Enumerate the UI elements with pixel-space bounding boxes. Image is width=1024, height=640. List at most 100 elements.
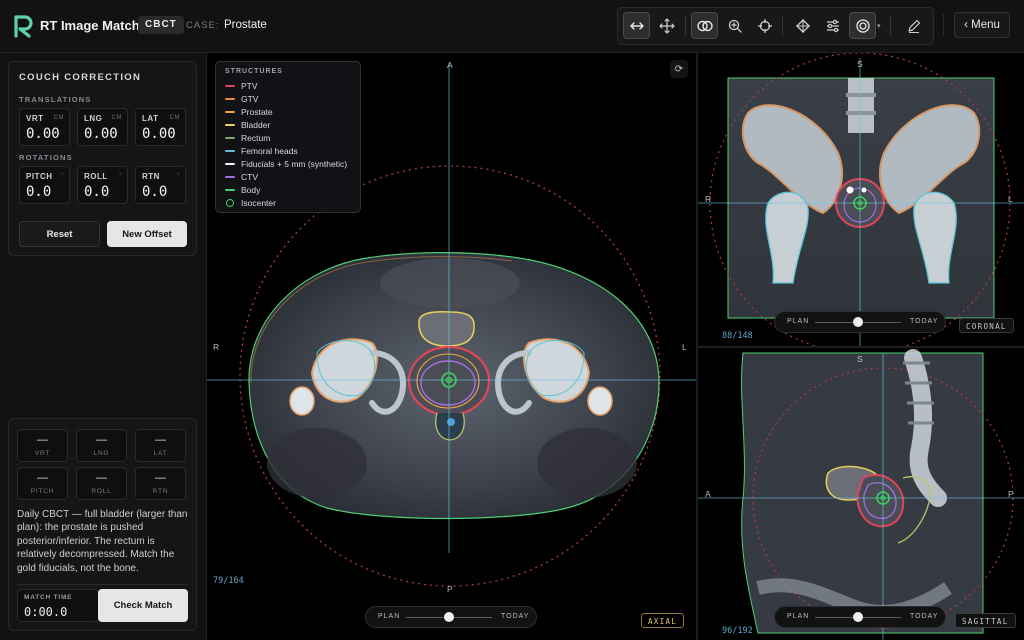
pitch-correction-field[interactable]: PITCH ° 0.0 xyxy=(19,166,70,204)
axial-view-tag[interactable]: AXIAL xyxy=(641,613,685,628)
diamond-target-tool[interactable] xyxy=(789,12,816,39)
zoom-icon xyxy=(728,19,742,33)
reset-view-icon[interactable]: ⟳ xyxy=(670,60,688,78)
viewport-divider-horizontal[interactable] xyxy=(698,346,1024,348)
coronal-blend-slider[interactable]: PLAN TODAY xyxy=(774,311,946,333)
modality-badge: CBCT xyxy=(138,16,184,34)
sliders-icon xyxy=(826,19,839,32)
result-pitch: — PITCH xyxy=(17,467,68,500)
horizontal-arrows-icon xyxy=(629,21,644,30)
diamond-target-icon xyxy=(795,18,810,33)
move-icon xyxy=(658,17,675,34)
sagittal-blend-slider[interactable]: PLAN TODAY xyxy=(774,606,946,628)
result-pitch-value: — xyxy=(37,472,48,484)
legend-item-body[interactable]: Body xyxy=(225,184,260,196)
result-rtn-label: RTN xyxy=(152,488,169,495)
roll-value: 0.0 xyxy=(84,184,110,200)
isocenter-ring-icon xyxy=(226,199,234,207)
coronal-image xyxy=(698,53,1024,346)
result-lng-label: LNG xyxy=(93,450,110,457)
sagittal-viewport[interactable] xyxy=(698,348,1024,640)
case-name: Prostate xyxy=(224,19,267,31)
sagittal-slice-index: 96/192 xyxy=(722,626,753,636)
sagittal-slider-knob[interactable] xyxy=(853,612,863,622)
view-toolbar: ▾ xyxy=(617,7,934,45)
axial-orient-right: L xyxy=(682,342,687,352)
result-vrt: — VRT xyxy=(17,429,68,462)
vrt-unit: CM xyxy=(53,115,64,121)
legend-title: STRUCTURES xyxy=(225,68,283,75)
couch-correction-panel: COUCH CORRECTION TRANSLATIONS VRT CM 0.0… xyxy=(8,61,197,256)
legend-item-ctv[interactable]: CTV xyxy=(225,171,258,183)
coronal-view-tag[interactable]: CORONAL xyxy=(959,318,1014,333)
result-vrt-value: — xyxy=(37,434,48,446)
divider xyxy=(17,584,188,585)
sagittal-orient-left: A xyxy=(705,489,711,499)
result-roll-label: ROLL xyxy=(91,488,112,495)
result-pitch-label: PITCH xyxy=(30,488,55,495)
overlay-tool[interactable] xyxy=(691,12,718,39)
chevron-down-icon[interactable]: ▾ xyxy=(877,22,881,30)
lat-unit: CM xyxy=(169,115,180,121)
vrt-correction-field[interactable]: VRT CM 0.00 xyxy=(19,108,70,146)
coronal-viewport[interactable] xyxy=(698,53,1024,346)
legend-item-rectum[interactable]: Rectum xyxy=(225,132,270,144)
rtn-label: RTN xyxy=(142,172,160,181)
roll-unit: ° xyxy=(119,173,122,179)
app-logo-icon xyxy=(14,15,33,38)
crosshair-icon xyxy=(757,18,772,33)
match-result-panel: — VRT — LNG — LAT — PITCH — ROLL — RTN D… xyxy=(8,418,197,631)
case-description: Daily CBCT — full bladder (larger than p… xyxy=(17,509,188,574)
lng-correction-field[interactable]: LNG CM 0.00 xyxy=(77,108,128,146)
sagittal-today-label: TODAY xyxy=(910,613,939,620)
translations-label: TRANSLATIONS xyxy=(19,95,92,104)
reset-button[interactable]: Reset xyxy=(19,221,100,247)
crosshair-tool[interactable] xyxy=(751,12,778,39)
sagittal-orient-top: S xyxy=(857,354,863,364)
legend-item-prostate[interactable]: Prostate xyxy=(225,106,273,118)
menu-button[interactable]: ‹ Menu xyxy=(954,12,1010,38)
legend-item-fiducials[interactable]: Fiducials + 5 mm (synthetic) xyxy=(225,158,347,170)
axial-slider-knob[interactable] xyxy=(444,612,454,622)
sagittal-view-tag[interactable]: SAGITTAL xyxy=(955,613,1016,628)
result-roll: — ROLL xyxy=(76,467,127,500)
sliders-tool[interactable] xyxy=(819,12,846,39)
check-match-button[interactable]: Check Match xyxy=(98,589,188,622)
coronal-slice-index: 88/148 xyxy=(722,331,753,341)
legend-item-gtv[interactable]: GTV xyxy=(225,93,258,105)
legend-item-femoral-heads[interactable]: Femoral heads xyxy=(225,145,298,157)
result-lat: — LAT xyxy=(135,429,186,462)
sagittal-image xyxy=(698,349,1024,640)
horizontal-arrows-tool[interactable] xyxy=(623,12,650,39)
rtn-unit: ° xyxy=(177,173,180,179)
coronal-slider-knob[interactable] xyxy=(853,317,863,327)
result-vrt-label: VRT xyxy=(34,450,51,457)
pencil-tool[interactable] xyxy=(900,12,927,39)
rotations-label: ROTATIONS xyxy=(19,153,73,162)
axial-blend-slider[interactable]: PLAN TODAY xyxy=(365,606,537,628)
lng-label: LNG xyxy=(84,114,103,123)
overlay-rings-icon xyxy=(696,20,713,31)
match-time-label: MATCH TIME xyxy=(24,594,73,601)
result-roll-value: — xyxy=(96,472,107,484)
new-offset-button[interactable]: New Offset xyxy=(107,221,187,247)
coronal-today-label: TODAY xyxy=(910,318,939,325)
result-rtn-value: — xyxy=(155,472,166,484)
contour-target-tool[interactable] xyxy=(849,12,876,39)
pitch-label: PITCH xyxy=(26,172,53,181)
roll-correction-field[interactable]: ROLL ° 0.0 xyxy=(77,166,128,204)
axial-today-label: TODAY xyxy=(501,613,530,620)
move-tool[interactable] xyxy=(653,12,680,39)
vrt-value: 0.00 xyxy=(26,126,60,142)
coronal-plan-label: PLAN xyxy=(787,318,810,325)
lat-correction-field[interactable]: LAT CM 0.00 xyxy=(135,108,186,146)
left-sidebar: COUCH CORRECTION TRANSLATIONS VRT CM 0.0… xyxy=(0,53,207,640)
rtn-correction-field[interactable]: RTN ° 0.0 xyxy=(135,166,186,204)
legend-item-bladder[interactable]: Bladder xyxy=(225,119,270,131)
result-lng-value: — xyxy=(96,434,107,446)
legend-item-ptv[interactable]: PTV xyxy=(225,80,258,92)
rtn-value: 0.0 xyxy=(142,184,168,200)
legend-item-isocenter[interactable]: Isocenter xyxy=(225,197,276,209)
match-time-value: 0:00.0 xyxy=(24,605,68,619)
zoom-tool[interactable] xyxy=(721,12,748,39)
